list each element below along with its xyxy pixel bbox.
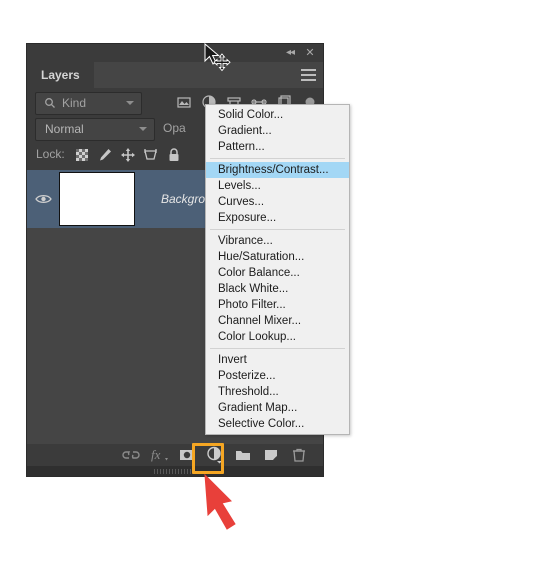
chevron-down-icon bbox=[126, 101, 134, 105]
menu-item[interactable]: Hue/Saturation... bbox=[206, 249, 349, 265]
blend-mode-label: Normal bbox=[45, 122, 84, 136]
new-adjustment-layer-icon[interactable] bbox=[201, 444, 229, 466]
menu-item[interactable]: Color Balance... bbox=[206, 265, 349, 281]
search-icon bbox=[45, 98, 55, 108]
blend-mode-select[interactable]: Normal bbox=[35, 118, 155, 141]
layers-panel-bottom-toolbar: fx bbox=[27, 444, 323, 466]
svg-text:fx: fx bbox=[151, 447, 161, 462]
menu-item[interactable]: Curves... bbox=[206, 194, 349, 210]
resize-grip-lines bbox=[154, 469, 196, 474]
add-layer-mask-icon[interactable] bbox=[173, 444, 201, 466]
filter-kind-label: Kind bbox=[62, 96, 87, 110]
lock-transparent-pixels-icon[interactable] bbox=[74, 147, 90, 163]
menu-item[interactable]: Gradient... bbox=[206, 123, 349, 139]
new-group-icon[interactable] bbox=[229, 444, 257, 466]
menu-separator bbox=[210, 229, 345, 230]
close-icon[interactable]: ✕ bbox=[303, 46, 317, 60]
menu-item[interactable]: Pattern... bbox=[206, 139, 349, 155]
filter-kind-select[interactable]: Kind bbox=[35, 92, 142, 115]
delete-layer-icon[interactable] bbox=[285, 444, 313, 466]
menu-separator bbox=[210, 158, 345, 159]
menu-item[interactable]: Channel Mixer... bbox=[206, 313, 349, 329]
annotation-arrow bbox=[204, 473, 236, 530]
opacity-label: Opa bbox=[163, 121, 186, 135]
menu-item[interactable]: Threshold... bbox=[206, 384, 349, 400]
tab-layers[interactable]: Layers bbox=[27, 62, 94, 88]
menu-item[interactable]: Brightness/Contrast... bbox=[206, 162, 349, 178]
menu-item[interactable]: Vibrance... bbox=[206, 233, 349, 249]
menu-item[interactable]: Levels... bbox=[206, 178, 349, 194]
filter-pixel-icon[interactable] bbox=[175, 94, 193, 110]
menu-item[interactable]: Invert bbox=[206, 352, 349, 368]
lock-label: Lock: bbox=[36, 147, 65, 161]
menu-separator bbox=[210, 348, 345, 349]
lock-position-icon[interactable] bbox=[120, 147, 136, 163]
menu-item[interactable]: Selective Color... bbox=[206, 416, 349, 432]
link-layers-icon[interactable] bbox=[117, 444, 145, 466]
menu-item[interactable]: Photo Filter... bbox=[206, 297, 349, 313]
layer-visibility-eye-icon[interactable] bbox=[27, 193, 59, 205]
panel-resize-grip[interactable] bbox=[27, 466, 323, 476]
layer-thumbnail[interactable] bbox=[59, 172, 135, 226]
menu-item[interactable]: Exposure... bbox=[206, 210, 349, 226]
menu-item[interactable]: Black White... bbox=[206, 281, 349, 297]
panel-menu-icon[interactable] bbox=[301, 69, 316, 81]
lock-all-icon[interactable] bbox=[166, 147, 182, 163]
lock-artboard-nesting-icon[interactable] bbox=[143, 147, 159, 163]
chevron-down-icon bbox=[139, 127, 147, 131]
new-layer-icon[interactable] bbox=[257, 444, 285, 466]
new-adjustment-layer-menu: Solid Color... Gradient... Pattern... Brigh… bbox=[205, 104, 350, 435]
menu-item[interactable]: Gradient Map... bbox=[206, 400, 349, 416]
lock-image-pixels-icon[interactable] bbox=[97, 147, 113, 163]
menu-item[interactable]: Solid Color... bbox=[206, 107, 349, 123]
collapse-panel-icon[interactable]: ◂◂ bbox=[283, 46, 297, 60]
menu-item[interactable]: Color Lookup... bbox=[206, 329, 349, 345]
menu-item[interactable]: Posterize... bbox=[206, 368, 349, 384]
panel-tab-strip: Layers bbox=[27, 62, 323, 88]
layer-style-fx-icon[interactable]: fx bbox=[145, 444, 173, 466]
panel-titlebar[interactable]: ◂◂ ✕ bbox=[27, 44, 323, 62]
